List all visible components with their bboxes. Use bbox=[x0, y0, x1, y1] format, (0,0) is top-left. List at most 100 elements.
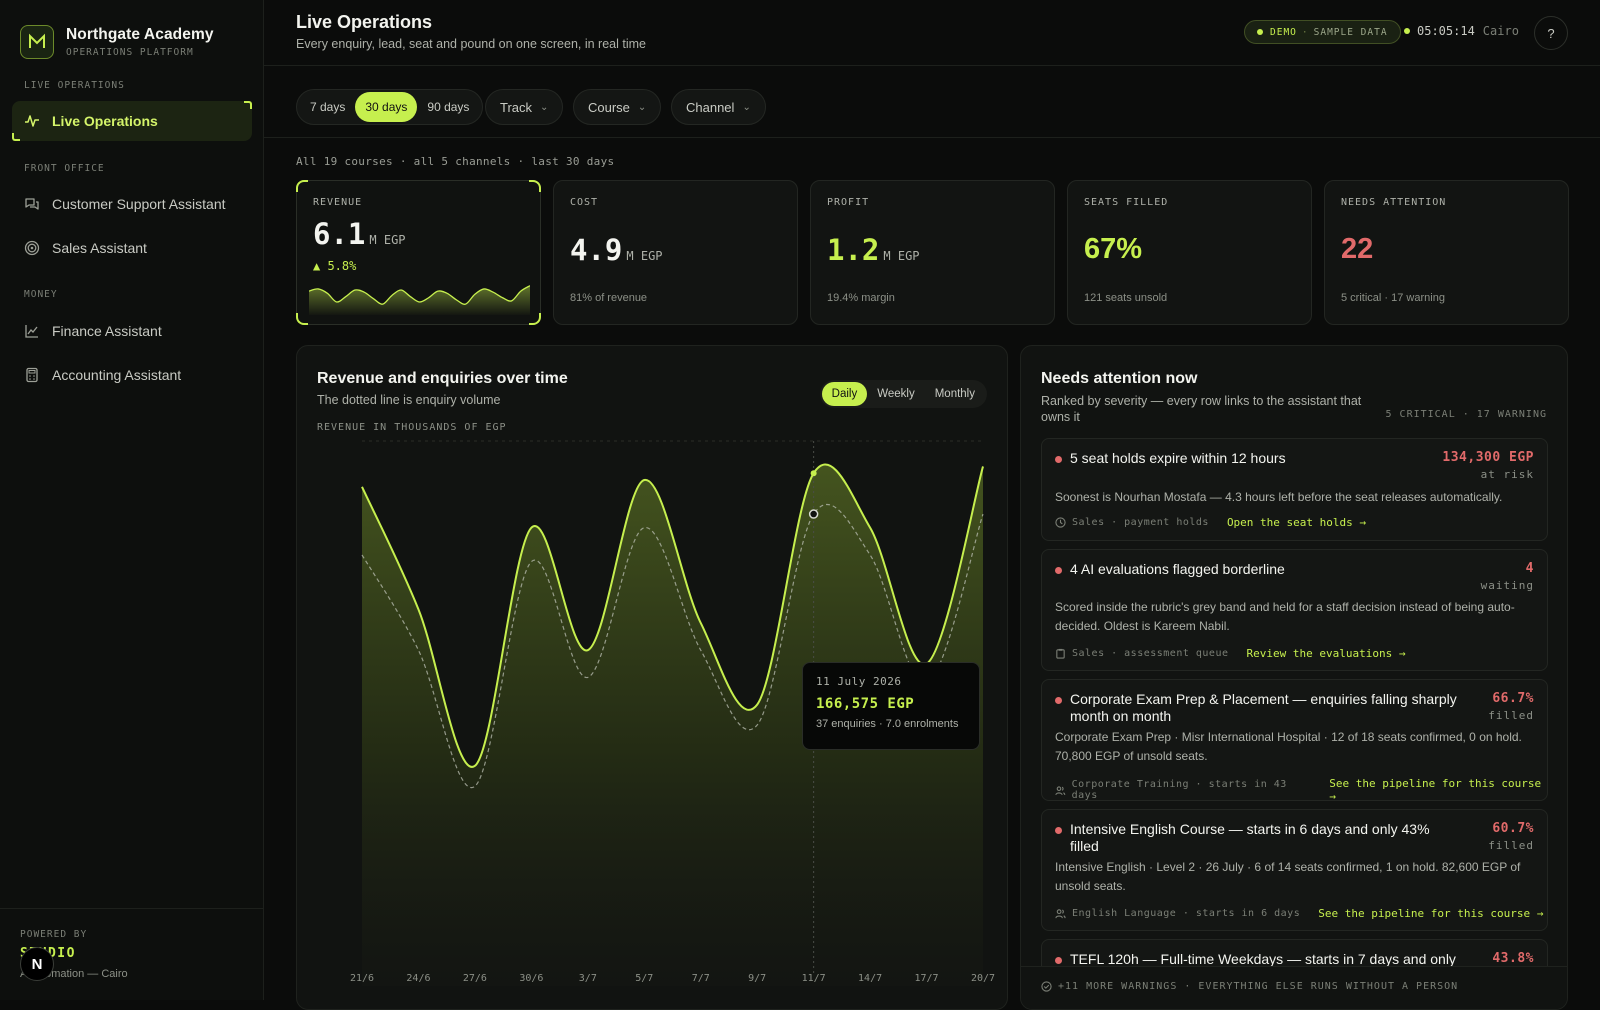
attention-subtitle: Ranked by severity — every row links to … bbox=[1041, 394, 1362, 424]
kpi-note: 121 seats unsold bbox=[1084, 292, 1168, 304]
track-dropdown[interactable]: Track ⌄ bbox=[485, 89, 564, 125]
kpi-label: COST bbox=[570, 197, 599, 208]
kpi-profit-card[interactable]: PROFIT 1.2 M EGP 19.4% margin bbox=[810, 180, 1055, 325]
calculator-icon bbox=[26, 367, 38, 383]
chevron-down-icon: ⌄ bbox=[637, 101, 647, 113]
pulse-icon bbox=[25, 115, 39, 127]
sidebar-item-customer-support[interactable]: Customer Support Assistant bbox=[12, 184, 252, 224]
severity-dot bbox=[1055, 697, 1062, 704]
kpi-cost-card[interactable]: COST 4.9 M EGP 81% of revenue bbox=[553, 180, 798, 325]
help-button[interactable]: ? bbox=[1534, 16, 1568, 50]
demo-badge: DEMO · SAMPLE DATA bbox=[1244, 20, 1401, 44]
live-dot bbox=[1404, 28, 1410, 34]
kpi-attention-card[interactable]: NEEDS ATTENTION 22 5 critical · 17 warni… bbox=[1324, 180, 1569, 325]
attention-footer: +11 MORE WARNINGS · EVERYTHING ELSE RUNS… bbox=[1021, 966, 1567, 1009]
tooltip-details: 37 enquiries · 7.0 enrolments bbox=[816, 718, 959, 730]
alert-tag: English Language · starts in 6 days bbox=[1072, 908, 1301, 919]
chart-tooltip: 11 July 2026 166,575 EGP 37 enquiries · … bbox=[802, 662, 980, 750]
alert-card[interactable]: 5 seat holds expire within 12 hours 134,… bbox=[1041, 438, 1548, 541]
alert-title: Corporate Exam Prep & Placement — enquir… bbox=[1070, 691, 1457, 724]
sparkline-area bbox=[309, 285, 530, 315]
kpi-label: NEEDS ATTENTION bbox=[1341, 197, 1447, 208]
attention-footer-text: +11 MORE WARNINGS · EVERYTHING ELSE RUNS… bbox=[1058, 981, 1459, 992]
page-header: Live Operations Every enquiry, lead, sea… bbox=[264, 0, 1600, 66]
alert-footer: Sales · payment holds Open the seat hold… bbox=[1055, 516, 1366, 529]
revenue-hover-point bbox=[810, 470, 817, 477]
alert-metric-value: 60.7% bbox=[1492, 821, 1534, 836]
kpi-value-number: 1.2 bbox=[827, 233, 880, 267]
alert-description: Soonest is Nourhan Mostafa — 4.3 hours l… bbox=[1055, 490, 1503, 504]
alert-metric-value: 66.7% bbox=[1492, 691, 1534, 706]
course-dropdown[interactable]: Course ⌄ bbox=[573, 89, 662, 125]
track-dropdown-label: Track bbox=[500, 99, 533, 115]
kpi-note: 19.4% margin bbox=[827, 292, 895, 304]
nav-section-live-operations: LIVE OPERATIONS bbox=[24, 80, 125, 91]
channel-dropdown[interactable]: Channel ⌄ bbox=[671, 89, 766, 125]
live-clock: 05:05:14 Cairo bbox=[1404, 24, 1519, 38]
alert-link[interactable]: See the pipeline for this course → bbox=[1329, 777, 1547, 803]
users-icon bbox=[1055, 785, 1066, 795]
x-tick-label: 24/6 bbox=[406, 973, 430, 984]
chevron-down-icon: ⌄ bbox=[540, 101, 549, 113]
kpi-note: 81% of revenue bbox=[570, 292, 648, 304]
alert-metric: 43.8% bbox=[1492, 951, 1534, 966]
alert-link[interactable]: Review the evaluations → bbox=[1247, 647, 1406, 660]
clock-time: 05:05:14 bbox=[1417, 24, 1475, 38]
sidebar-item-finance[interactable]: Finance Assistant bbox=[12, 311, 252, 351]
alert-metric-sub: filled bbox=[1488, 709, 1534, 722]
alert-description: Scored inside the rubric's grey band and… bbox=[1055, 600, 1515, 633]
filter-bar: 7 days 30 days 90 days Track ⌄ Course ⌄ Ch… bbox=[264, 66, 1600, 138]
alert-card[interactable]: 4 AI evaluations flagged borderline 4 wai… bbox=[1041, 549, 1548, 671]
help-icon: ? bbox=[1547, 25, 1555, 41]
sidebar-item-label: Customer Support Assistant bbox=[52, 196, 226, 212]
attention-counts: 5 CRITICAL · 17 WARNING bbox=[1385, 409, 1547, 420]
range-7-days[interactable]: 7 days bbox=[300, 92, 355, 122]
kpi-revenue-card[interactable]: REVENUE 6.1 M EGP ▲ 5.8% bbox=[296, 180, 541, 325]
sidebar-item-accounting[interactable]: Accounting Assistant bbox=[12, 355, 252, 395]
n-badge[interactable]: N bbox=[20, 947, 54, 981]
sidebar-item-sales[interactable]: Sales Assistant bbox=[12, 228, 252, 268]
x-tick-label: 17/7 bbox=[914, 973, 938, 984]
brand[interactable]: Northgate Academy OPERATIONS PLATFORM bbox=[20, 25, 214, 59]
alert-metric-sub: filled bbox=[1488, 839, 1534, 852]
studio-subtitle: A automation — Cairo bbox=[20, 968, 128, 980]
alert-link[interactable]: Open the seat holds → bbox=[1227, 516, 1366, 529]
tooltip-date: 11 July 2026 bbox=[816, 675, 902, 688]
alert-card[interactable]: Corporate Exam Prep & Placement — enquir… bbox=[1041, 679, 1548, 803]
kpi-value: 67% bbox=[1084, 233, 1142, 266]
sidebar-footer: POWERED BY STUDIO A automation — Cairo N bbox=[0, 908, 264, 1000]
x-tick-label: 14/7 bbox=[858, 973, 882, 984]
x-tick-label: 30/6 bbox=[519, 973, 543, 984]
check-circle-icon bbox=[1041, 981, 1052, 992]
alert-description: Intensive English · Level 2 · 26 July · … bbox=[1055, 860, 1521, 893]
range-90-days[interactable]: 90 days bbox=[417, 92, 479, 122]
x-tick-label: 3/7 bbox=[579, 973, 597, 984]
range-30-days[interactable]: 30 days bbox=[355, 92, 418, 122]
chat-icon bbox=[25, 198, 39, 210]
page-subtitle: Every enquiry, lead, seat and pound on o… bbox=[296, 37, 646, 51]
needs-attention-panel: Needs attention now Ranked by severity —… bbox=[1020, 345, 1568, 1010]
sidebar-item-label: Finance Assistant bbox=[52, 323, 162, 339]
alert-footer: Sales · assessment queue Review the eval… bbox=[1055, 647, 1405, 660]
kpi-unit: M EGP bbox=[883, 249, 920, 263]
x-tick-label: 11/7 bbox=[802, 973, 826, 984]
attention-title: Needs attention now bbox=[1041, 370, 1198, 387]
kpi-unit: M EGP bbox=[626, 249, 663, 263]
kpi-seats-card[interactable]: SEATS FILLED 67% 121 seats unsold bbox=[1067, 180, 1312, 325]
kpi-label: PROFIT bbox=[827, 197, 870, 208]
alert-title: 5 seat holds expire within 12 hours bbox=[1070, 450, 1286, 466]
severity-dot bbox=[1055, 827, 1062, 834]
alert-link[interactable]: See the pipeline for this course → bbox=[1318, 907, 1543, 920]
alert-card[interactable]: Intensive English Course — starts in 6 d… bbox=[1041, 809, 1548, 931]
x-tick-label: 5/7 bbox=[635, 973, 653, 984]
brand-subtitle: OPERATIONS PLATFORM bbox=[66, 47, 194, 58]
alert-metric-value: 43.8% bbox=[1492, 951, 1534, 966]
kpi-value: 4.9 M EGP bbox=[570, 233, 663, 267]
kpi-value-number: 67% bbox=[1084, 233, 1143, 265]
tooltip-value: 166,575 EGP bbox=[816, 696, 915, 712]
x-tick-label: 27/6 bbox=[463, 973, 487, 984]
x-tick-label: 21/6 bbox=[350, 973, 374, 984]
course-dropdown-label: Course bbox=[588, 99, 630, 115]
alert-description: Corporate Exam Prep · Misr International… bbox=[1055, 730, 1522, 763]
sidebar-item-live-operations[interactable]: Live Operations bbox=[12, 101, 252, 141]
